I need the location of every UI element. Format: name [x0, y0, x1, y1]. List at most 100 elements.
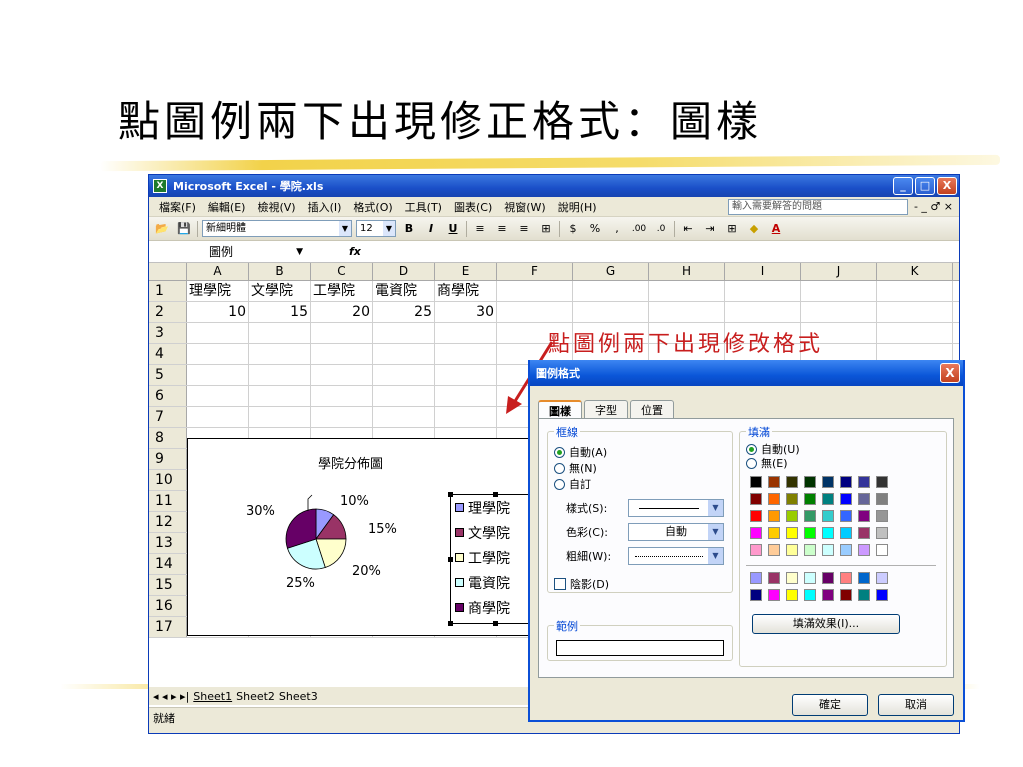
underline-button[interactable]: U: [444, 220, 462, 238]
merge-center-icon[interactable]: ⊞: [537, 220, 555, 238]
menu-window[interactable]: 視窗(W): [498, 199, 551, 215]
table-cell[interactable]: [311, 386, 373, 406]
pie-data-label[interactable]: 15%: [368, 522, 397, 537]
fill-effects-button[interactable]: 填滿效果(I)...: [752, 614, 900, 634]
function-icon[interactable]: fx: [349, 245, 361, 258]
color-swatch[interactable]: [858, 527, 870, 539]
row-header[interactable]: 10: [149, 470, 187, 490]
minimize-button[interactable]: _: [893, 177, 913, 195]
color-swatch[interactable]: [876, 493, 888, 505]
table-cell[interactable]: [373, 386, 435, 406]
bold-button[interactable]: B: [400, 220, 418, 238]
border-custom-radio[interactable]: 自訂: [554, 476, 607, 492]
table-cell[interactable]: [649, 302, 725, 322]
font-name-select[interactable]: 新細明體 ▼: [202, 220, 352, 237]
legend-item[interactable]: 文學院: [451, 520, 539, 545]
tab-placement[interactable]: 位置: [630, 400, 674, 420]
row-header[interactable]: 5: [149, 365, 187, 385]
increase-decimal-button[interactable]: .00: [630, 220, 648, 238]
align-center-icon[interactable]: ≡: [493, 220, 511, 238]
color-swatch[interactable]: [750, 572, 762, 584]
row-header[interactable]: 13: [149, 533, 187, 553]
color-swatch[interactable]: [750, 544, 762, 556]
open-folder-icon[interactable]: 📂: [153, 220, 171, 238]
color-swatch[interactable]: [804, 476, 816, 488]
table-cell[interactable]: [373, 407, 435, 427]
table-cell[interactable]: [435, 323, 497, 343]
column-header[interactable]: G: [573, 263, 649, 280]
table-cell[interactable]: [573, 302, 649, 322]
decrease-indent-icon[interactable]: ⇤: [679, 220, 697, 238]
pie-chart-object[interactable]: 學院分佈圖 10% 15% 20% 25% 30% 理學院 文學院 工學院 電資院 商學院: [187, 438, 542, 636]
shadow-checkbox[interactable]: 陰影(D): [554, 576, 609, 592]
table-cell[interactable]: [435, 344, 497, 364]
border-auto-radio[interactable]: 自動(A): [554, 444, 607, 460]
column-header[interactable]: D: [373, 263, 435, 280]
table-cell[interactable]: 商學院: [435, 281, 497, 301]
color-swatch[interactable]: [858, 476, 870, 488]
column-header[interactable]: J: [801, 263, 877, 280]
color-swatch[interactable]: [786, 493, 798, 505]
column-header[interactable]: E: [435, 263, 497, 280]
color-swatch[interactable]: [876, 544, 888, 556]
tab-patterns[interactable]: 圖樣: [538, 400, 582, 420]
color-swatch[interactable]: [858, 544, 870, 556]
color-swatch[interactable]: [876, 572, 888, 584]
align-left-icon[interactable]: ≡: [471, 220, 489, 238]
border-color-select[interactable]: 自動 ▼: [628, 523, 724, 541]
decrease-decimal-button[interactable]: .0: [652, 220, 670, 238]
color-swatch[interactable]: [804, 589, 816, 601]
color-swatch[interactable]: [840, 527, 852, 539]
color-swatch[interactable]: [750, 476, 762, 488]
row-header[interactable]: 15: [149, 575, 187, 595]
color-swatch[interactable]: [786, 476, 798, 488]
color-swatch[interactable]: [840, 544, 852, 556]
table-cell[interactable]: 20: [311, 302, 373, 322]
color-swatch[interactable]: [786, 572, 798, 584]
table-cell[interactable]: [249, 344, 311, 364]
menu-insert[interactable]: 插入(I): [302, 199, 348, 215]
chart-legend[interactable]: 理學院 文學院 工學院 電資院 商學院: [448, 492, 542, 626]
table-cell[interactable]: [249, 386, 311, 406]
color-swatch[interactable]: [822, 544, 834, 556]
color-swatch[interactable]: [750, 589, 762, 601]
color-swatch[interactable]: [858, 493, 870, 505]
color-swatch[interactable]: [768, 493, 780, 505]
column-header[interactable]: A: [187, 263, 249, 280]
color-swatch[interactable]: [876, 510, 888, 522]
color-swatch[interactable]: [840, 476, 852, 488]
menu-tools[interactable]: 工具(T): [399, 199, 448, 215]
table-cell[interactable]: [573, 281, 649, 301]
row-header[interactable]: 1: [149, 281, 187, 301]
align-right-icon[interactable]: ≡: [515, 220, 533, 238]
pie-data-label[interactable]: 10%: [340, 494, 369, 509]
menu-view[interactable]: 檢視(V): [251, 199, 301, 215]
color-swatch[interactable]: [840, 510, 852, 522]
menu-chart[interactable]: 圖表(C): [448, 199, 498, 215]
color-swatch[interactable]: [786, 527, 798, 539]
table-cell[interactable]: [435, 365, 497, 385]
table-cell[interactable]: [187, 386, 249, 406]
ok-button[interactable]: 確定: [792, 694, 868, 716]
menu-file[interactable]: 檔案(F): [153, 199, 202, 215]
menu-edit[interactable]: 編輯(E): [202, 199, 252, 215]
borders-icon[interactable]: ⊞: [723, 220, 741, 238]
pie-data-label[interactable]: 25%: [286, 576, 315, 591]
table-cell[interactable]: 電資院: [373, 281, 435, 301]
border-style-select[interactable]: ▼: [628, 499, 724, 517]
selection-handle[interactable]: [493, 492, 498, 497]
color-swatch[interactable]: [768, 572, 780, 584]
row-header[interactable]: 9: [149, 449, 187, 469]
table-cell[interactable]: 25: [373, 302, 435, 322]
table-cell[interactable]: [877, 281, 953, 301]
table-cell[interactable]: [249, 323, 311, 343]
column-header[interactable]: F: [497, 263, 573, 280]
pie-data-label[interactable]: 20%: [352, 564, 381, 579]
border-weight-select[interactable]: ▼: [628, 547, 724, 565]
table-cell[interactable]: 10: [187, 302, 249, 322]
font-color-button[interactable]: A: [767, 220, 785, 238]
border-none-radio[interactable]: 無(N): [554, 460, 607, 476]
column-header[interactable]: I: [725, 263, 801, 280]
color-swatch[interactable]: [822, 476, 834, 488]
table-cell[interactable]: [311, 407, 373, 427]
